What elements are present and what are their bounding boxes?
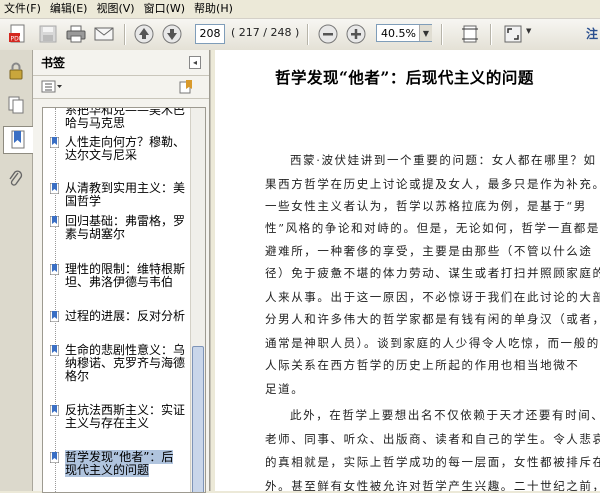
page-number-input[interactable]: 208 <box>195 24 225 44</box>
bookmark-icon <box>50 216 59 227</box>
bookmark-icon <box>50 405 59 416</box>
menu-bar: 文件(F) 编辑(E) 视图(V) 窗口(W) 帮助(H) <box>0 0 600 19</box>
body-text-line: 果西方哲学在历史上讨论或提及女人，最多只是作为补充。 <box>265 177 600 191</box>
bookmark-icon <box>50 345 59 356</box>
body-text-line: 一些女性主义者认为，哲学以苏格拉底为例，是基于“男 <box>265 199 587 213</box>
print-icon[interactable] <box>65 23 87 45</box>
save-icon[interactable] <box>37 23 59 45</box>
body-text-line: 老师、同事、听众、出版商、读者和自己的学生。令人悲哀 <box>265 432 600 446</box>
fit-page-icon[interactable] <box>459 23 481 45</box>
body-text-line: 通常是神职人员）。谈到家庭的人少得令人吃惊，而一般的 <box>265 336 600 350</box>
close-panel-icon[interactable]: ◂ <box>189 56 201 69</box>
next-page-icon[interactable] <box>161 23 183 45</box>
zoom-in-icon[interactable] <box>345 23 367 45</box>
body-text-line: 径）免于疲惫不堪的体力劳动、谋生或者打扫并照顾家庭的 <box>265 266 600 280</box>
body-text-line: 西蒙·波伏娃讲到一个重要的问题：女人都在哪里？如 <box>290 153 597 167</box>
full-screen-icon[interactable] <box>502 23 524 45</box>
bookmark-item[interactable]: 人性走向何方？穆勒、达尔文与尼采 <box>50 136 185 162</box>
bookmarks-tab-icon[interactable] <box>3 126 33 154</box>
navigation-rail <box>0 50 33 491</box>
chevron-down-icon[interactable]: ▼ <box>419 25 432 41</box>
body-text-line: 人际关系在西方哲学的历史上所起的作用也相当地微不 <box>265 358 580 372</box>
options-menu-icon[interactable] <box>41 80 63 97</box>
attachments-paperclip-icon[interactable] <box>4 166 28 192</box>
scrollbar-thumb[interactable] <box>192 346 204 492</box>
bookmark-item[interactable]: 从清教到实用主义：美国哲学 <box>50 182 185 208</box>
expand-bookmark-icon[interactable] <box>178 79 194 98</box>
menu-window[interactable]: 窗口(W) <box>140 0 190 18</box>
bookmark-item[interactable]: 系把华和克——吴木巴哈与马克思 <box>65 108 185 130</box>
body-text-line: 避难所，一种奢侈的享受，主要是由那些（不管以什么途 <box>265 244 593 258</box>
body-text-line: 足道。 <box>265 382 305 396</box>
bookmark-icon <box>50 452 59 463</box>
bookmark-item[interactable]: 生命的悲剧性意义：乌纳穆诺、克罗齐与海德格尔 <box>50 344 185 383</box>
chapter-title: 哲学发现“他者”：后现代主义的问题 <box>275 68 534 87</box>
page-count: ( 217 / 248 ) <box>231 26 300 39</box>
panel-title: 书签 <box>41 56 66 70</box>
document-view[interactable]: 哲学发现“他者”：后现代主义的问题 西蒙·波伏娃讲到一个重要的问题：女人都在哪里… <box>215 50 600 491</box>
bookmark-item-selected[interactable]: 哲学发现“他者”：后现代主义的问题 <box>50 450 185 477</box>
comment-label[interactable]: 注 <box>586 25 598 42</box>
create-pdf-icon[interactable]: PDF <box>7 23 29 45</box>
bookmark-item[interactable]: 反抗法西斯主义：实证主义与存在主义 <box>50 404 185 430</box>
menu-view[interactable]: 视图(V) <box>92 0 139 18</box>
bookmark-icon <box>50 183 59 194</box>
menu-help[interactable]: 帮助(H) <box>190 0 238 18</box>
bookmark-item[interactable]: 理性的限制：维特根斯坦、弗洛伊德与韦伯 <box>50 263 185 289</box>
security-lock-icon[interactable] <box>4 58 28 84</box>
body-text-line: 人来从事。出于这一原因，不必惊讶于我们在此讨论的大部 <box>265 290 600 304</box>
bookmark-icon <box>50 311 59 322</box>
menu-file[interactable]: 文件(F) <box>0 0 46 18</box>
email-icon[interactable] <box>93 23 115 45</box>
body-text-line: 性”风格的争论和对峙的。但是，无论如何，哲学一直都是 <box>265 221 600 235</box>
bookmark-icon <box>50 264 59 275</box>
previous-page-icon[interactable] <box>133 23 155 45</box>
body-text-line: 此外，在哲学上要想出名不仅依赖于天才还要有时间、 <box>290 408 600 422</box>
panel-toolbar <box>33 76 209 99</box>
bookmark-tree: 系把华和克——吴木巴哈与马克思 人性走向何方？穆勒、达尔文与尼采 从清教到实用主… <box>42 107 206 493</box>
body-text-line: 分男人和许多伟大的哲学家都是有钱有闲的单身汉（或者， <box>265 312 600 326</box>
menu-edit[interactable]: 编辑(E) <box>46 0 93 18</box>
bookmark-item[interactable]: 过程的进展：反对分析 <box>50 310 185 323</box>
bookmark-item[interactable]: 回归基础：弗雷格，罗素与胡塞尔 <box>50 215 185 241</box>
toolbar: PDF 208 ( 217 / 248 ) 40.5% ▼ ▼ 注 <box>0 19 600 51</box>
svg-text:PDF: PDF <box>11 36 23 43</box>
bookmarks-panel: 书签 ◂ 系把华和克——吴木巴哈与马克思 人性走向何方？穆勒、达尔文与尼采 从清… <box>33 50 210 493</box>
zoom-out-icon[interactable] <box>317 23 339 45</box>
pages-icon[interactable] <box>4 92 28 118</box>
body-text-line: 外。甚至鲜有女性被允许对哲学产生兴趣。二十世纪之前， <box>265 479 600 491</box>
dropdown-arrow-icon[interactable]: ▼ <box>526 27 531 35</box>
body-text-line: 的真相就是，实际上哲学成功的每一层面，女性都被排斥在 <box>265 455 600 469</box>
bookmark-icon <box>50 137 59 148</box>
